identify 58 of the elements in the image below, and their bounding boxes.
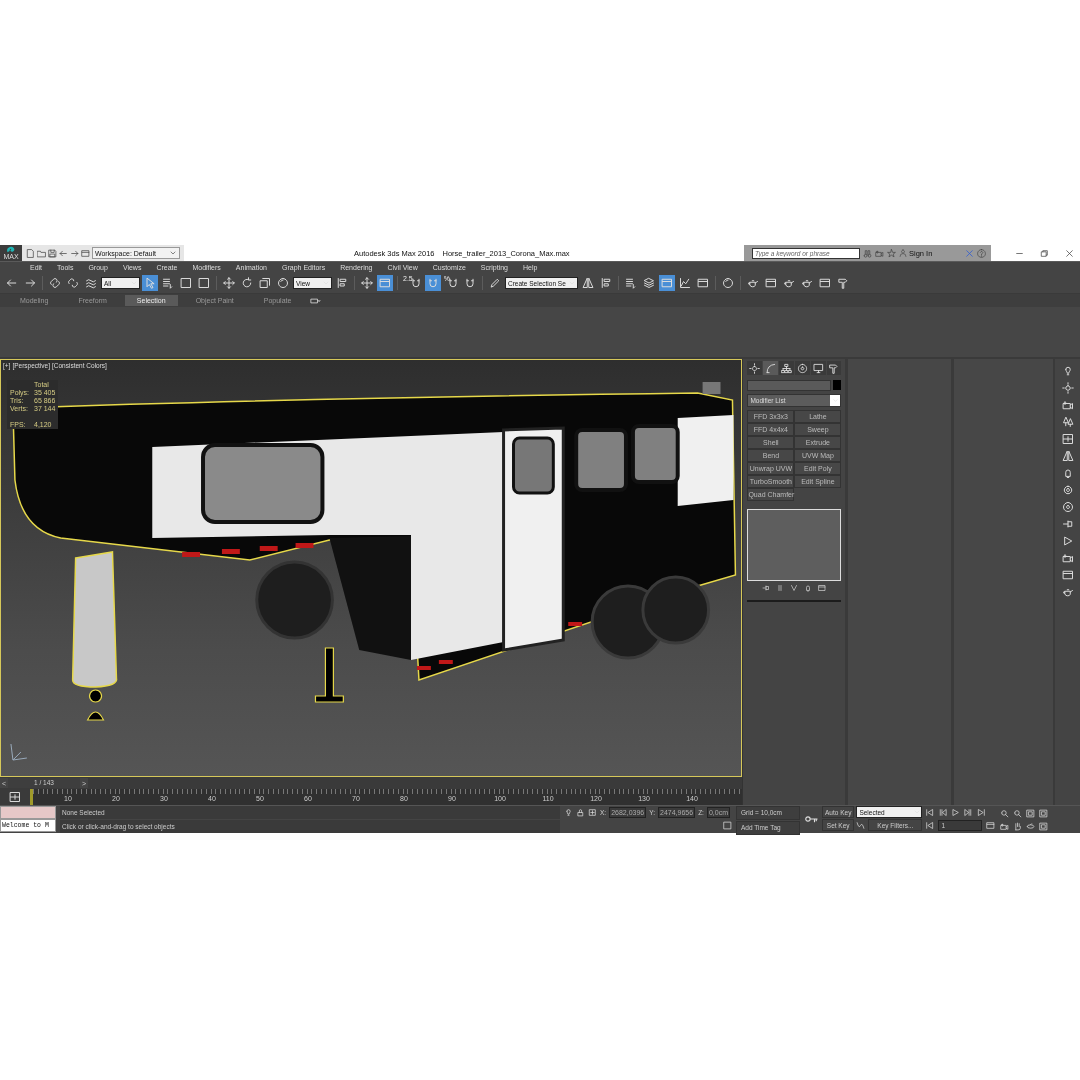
play-icon[interactable] [951, 808, 961, 817]
script-output-field[interactable] [0, 806, 56, 819]
command-panel-tab[interactable] [779, 361, 794, 375]
chevron-icon [169, 249, 177, 257]
hand-icon[interactable] [1013, 821, 1023, 831]
lock-icon[interactable] [576, 808, 585, 817]
object-name-field[interactable] [747, 380, 832, 391]
camera-icon[interactable] [1061, 399, 1074, 411]
command-panel-tab[interactable] [763, 361, 779, 375]
stepfwd-icon[interactable] [964, 808, 974, 817]
play-icon[interactable] [1061, 535, 1074, 547]
cursor-icon[interactable] [142, 275, 158, 292]
move-icon[interactable] [359, 275, 375, 292]
object-color-swatch[interactable] [833, 380, 842, 390]
curve-icon[interactable] [856, 820, 866, 830]
ring-icon[interactable] [1061, 484, 1074, 496]
save-icon[interactable] [48, 248, 57, 258]
maximize-icon[interactable] [1039, 808, 1049, 818]
stepback-icon[interactable] [938, 808, 948, 817]
maximize-icon[interactable] [1026, 808, 1036, 818]
mirror-icon[interactable] [1061, 450, 1074, 462]
magnet-icon[interactable] [424, 275, 441, 292]
command-panel-tab[interactable] [747, 361, 763, 375]
modifier-stack[interactable] [747, 509, 842, 581]
orbit-icon[interactable] [1026, 821, 1036, 831]
zoom-icon[interactable] [1013, 808, 1023, 818]
skipstart-icon[interactable] [925, 808, 935, 817]
command-panel-tab[interactable] [826, 361, 842, 375]
star-icon[interactable] [887, 248, 896, 258]
zoom-icon[interactable] [1000, 808, 1010, 818]
restore-icon[interactable] [1040, 248, 1049, 258]
teapot-icon[interactable] [1061, 586, 1074, 598]
undo-icon[interactable] [59, 248, 68, 258]
window-icon[interactable] [658, 275, 675, 292]
person-icon [899, 249, 907, 257]
ribbon-toggle-icon[interactable] [309, 295, 322, 306]
axis-gizmo-icon [10, 743, 28, 761]
skipend-icon[interactable] [977, 808, 987, 817]
maximize-icon[interactable] [1039, 821, 1049, 831]
camera-icon[interactable] [1061, 552, 1074, 564]
chevron-icon [913, 808, 922, 816]
window-icon[interactable] [377, 275, 393, 292]
window-icon[interactable] [818, 584, 827, 592]
folder-icon[interactable] [37, 248, 46, 258]
command-panel-tab[interactable] [794, 361, 810, 375]
window-icon[interactable] [1061, 569, 1074, 581]
tree-icon[interactable] [1061, 416, 1074, 428]
camera-icon[interactable] [1000, 821, 1010, 831]
redo-icon[interactable] [70, 248, 79, 258]
file-icon[interactable] [26, 248, 35, 258]
move-icon[interactable] [221, 275, 237, 292]
chevron-icon [831, 397, 839, 404]
helper-object-icon [87, 689, 105, 721]
command-panel-tab[interactable] [810, 361, 826, 375]
bulb-icon[interactable] [564, 808, 573, 817]
panel-icon[interactable] [1061, 433, 1074, 445]
magnet-icon [446, 277, 459, 290]
close-icon[interactable] [1065, 248, 1074, 258]
